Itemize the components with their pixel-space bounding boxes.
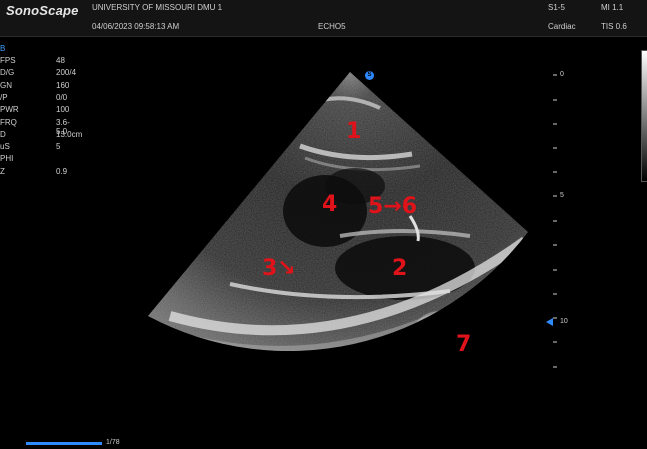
param-key: FRQ bbox=[0, 117, 17, 127]
exam-datetime: 04/06/2023 09:58:13 AM bbox=[92, 22, 180, 31]
depth-scale bbox=[553, 74, 557, 368]
param-key: PHI bbox=[0, 154, 14, 164]
ultrasound-image-area[interactable] bbox=[0, 36, 647, 449]
param-key: PWR bbox=[0, 105, 19, 115]
param-key: D/G bbox=[0, 68, 15, 78]
param-row: D 13.0cm bbox=[0, 129, 82, 141]
param-row: FRQ 3.6-5.0 bbox=[0, 117, 72, 136]
probe-name: S1-5 bbox=[548, 3, 565, 12]
cine-frame-counter: 1/78 bbox=[106, 439, 120, 446]
param-value: 0.9 bbox=[56, 166, 68, 176]
ultrasound-sector-image bbox=[148, 72, 557, 368]
annotation-4: 4 bbox=[322, 192, 338, 217]
param-value: 100 bbox=[56, 105, 70, 115]
grayscale-bar bbox=[641, 50, 647, 182]
exam-type: Cardiac bbox=[548, 22, 576, 31]
param-row: FPS 48 bbox=[0, 56, 72, 67]
imaging-mode: B bbox=[0, 44, 6, 53]
depth-label-10: 10 bbox=[560, 318, 568, 325]
param-key: D bbox=[0, 129, 6, 139]
mechanical-index: MI 1.1 bbox=[601, 3, 624, 12]
param-row: GN 160 bbox=[0, 81, 72, 92]
institution-name: UNIVERSITY OF MISSOURI DMU 1 bbox=[92, 3, 223, 12]
param-key: uS bbox=[0, 142, 10, 152]
preset-name: ECHO5 bbox=[318, 22, 346, 31]
param-row: Z 0.9 bbox=[0, 167, 72, 178]
annotation-5-to-6: 5→6 bbox=[368, 194, 418, 219]
param-key: FPS bbox=[0, 56, 16, 65]
annotation-2: 2 bbox=[392, 256, 408, 281]
param-key: Z bbox=[0, 166, 5, 176]
cine-progress-bar[interactable] bbox=[26, 442, 102, 445]
brand-logo: SonoScape bbox=[6, 3, 79, 18]
depth-label-0: 0 bbox=[560, 71, 564, 78]
annotation-1: 1 bbox=[346, 119, 362, 144]
annotation-3: 3↘ bbox=[262, 256, 296, 281]
depth-label-5: 5 bbox=[560, 192, 564, 199]
param-row: PHI bbox=[0, 154, 72, 165]
param-value: 0/0 bbox=[56, 92, 68, 102]
param-value: 13.0cm bbox=[56, 129, 83, 139]
param-row: D/G 200/4 bbox=[0, 68, 76, 79]
focus-marker-icon[interactable] bbox=[546, 318, 553, 326]
param-key: /P bbox=[0, 92, 8, 102]
probe-orientation-icon: S bbox=[365, 71, 374, 80]
param-value: 5 bbox=[56, 142, 61, 152]
param-value: 200/4 bbox=[56, 68, 77, 78]
thermal-index: TIS 0.6 bbox=[601, 22, 627, 31]
annotation-7: 7 bbox=[456, 332, 472, 357]
top-status-bar: SonoScape UNIVERSITY OF MISSOURI DMU 1 0… bbox=[0, 0, 647, 37]
param-value: 160 bbox=[56, 80, 70, 90]
param-row: uS 5 bbox=[0, 142, 72, 153]
param-value: 48 bbox=[56, 56, 65, 65]
param-row: /P 0/0 bbox=[0, 93, 72, 104]
param-key: GN bbox=[0, 80, 12, 90]
param-row: PWR 100 bbox=[0, 105, 72, 116]
